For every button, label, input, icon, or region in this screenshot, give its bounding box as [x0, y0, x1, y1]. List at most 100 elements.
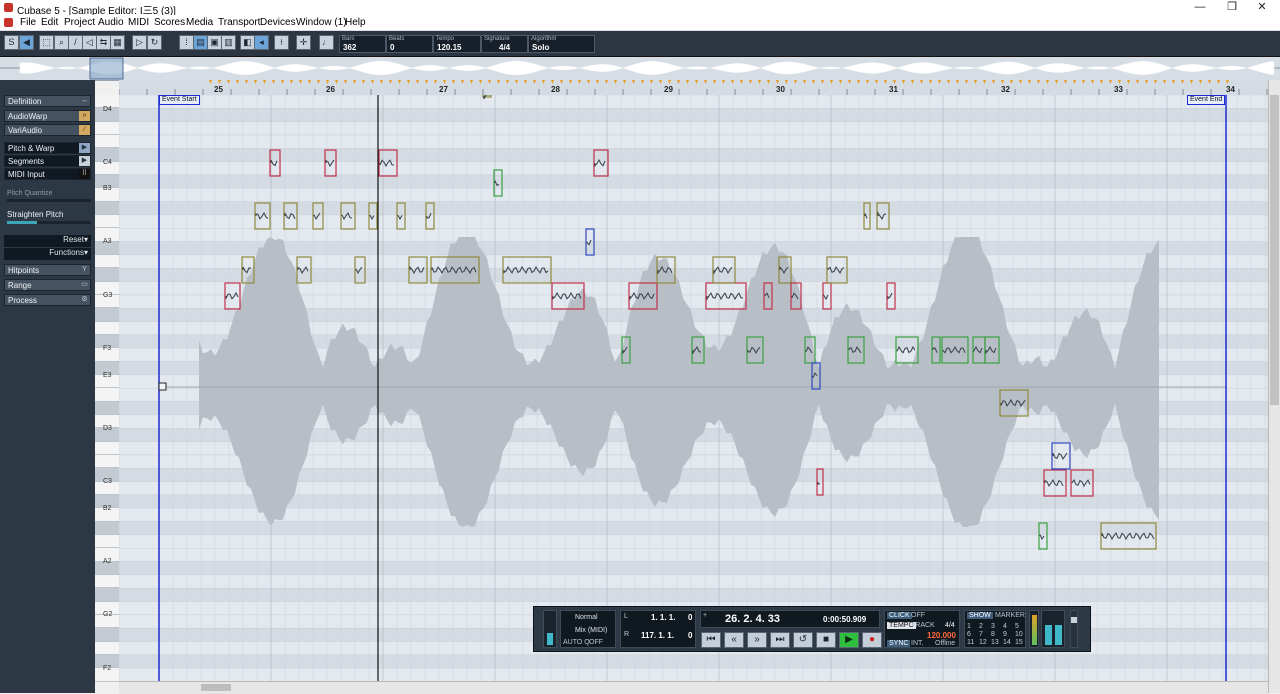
- loop-icon[interactable]: ↻: [147, 35, 162, 50]
- tempo-value-display[interactable]: 120.000: [927, 631, 956, 640]
- piano-key[interactable]: [95, 535, 119, 549]
- menu-help[interactable]: Help: [345, 17, 366, 28]
- show-info-icon[interactable]: ▤: [193, 35, 208, 50]
- marker-button[interactable]: 3: [991, 623, 995, 630]
- definition-tab[interactable]: Definition ↔: [4, 95, 91, 107]
- vertical-scroll-thumb[interactable]: [1270, 95, 1279, 405]
- position-bars-value[interactable]: 26. 2. 4. 33: [725, 613, 780, 625]
- variaudio-tab[interactable]: VariAudio ∕: [4, 124, 91, 136]
- piano-key[interactable]: [95, 268, 119, 282]
- piano-key[interactable]: [95, 322, 119, 335]
- marker-button[interactable]: 5: [1015, 623, 1019, 630]
- go-to-start-button[interactable]: ⏮: [701, 632, 721, 648]
- sample-editor-canvas[interactable]: Event Start Event End: [119, 95, 1268, 681]
- warp-tool-icon[interactable]: ✛: [296, 35, 311, 50]
- range-select-icon[interactable]: ⬚: [39, 35, 54, 50]
- draw-icon[interactable]: /: [68, 35, 83, 50]
- stop-button[interactable]: ■: [816, 632, 836, 648]
- marker-button[interactable]: 13: [991, 639, 999, 646]
- piano-key[interactable]: [95, 455, 119, 469]
- menu-scores[interactable]: Scores: [154, 17, 185, 28]
- click-button[interactable]: CLICK: [887, 612, 912, 619]
- piano-key[interactable]: [95, 642, 119, 655]
- marker-button[interactable]: 11: [967, 639, 974, 646]
- menu-window[interactable]: Window (1): [296, 17, 347, 28]
- left-locator-value[interactable]: 1. 1. 1.: [651, 613, 675, 622]
- solo-icon[interactable]: S: [4, 35, 19, 50]
- pitch-quantize-slider[interactable]: Pitch Quantize: [4, 190, 91, 206]
- auto-quantize-label[interactable]: AUTO Q: [563, 639, 590, 646]
- piano-key[interactable]: [95, 201, 119, 215]
- menu-edit[interactable]: Edit: [41, 17, 58, 28]
- audiowarp-tab[interactable]: AudioWarp »: [4, 110, 91, 122]
- listen-icon[interactable]: ◀: [19, 35, 34, 50]
- grid-icon[interactable]: ▦: [110, 35, 125, 50]
- process-tab[interactable]: Process ⚙: [4, 294, 91, 306]
- straighten-pitch-slider[interactable]: Straighten Pitch: [4, 210, 91, 226]
- horizontal-scroll-thumb[interactable]: [201, 684, 231, 691]
- position-time-value[interactable]: 0:00:50.909: [823, 615, 866, 624]
- marker-panel[interactable]: SHOW MARKER 1 2 3 4 5 6 7 8 9 10 11 12 13 14 15: [964, 610, 1026, 648]
- marker-buttons[interactable]: 1 2 3 4 5 6 7 8 9 10 11 12 13 14 15: [967, 623, 1025, 647]
- signature-field[interactable]: Signature 4/4: [481, 35, 528, 53]
- menu-file[interactable]: File: [20, 17, 36, 28]
- hitpoint-icon[interactable]: ⟊: [274, 35, 289, 50]
- vertical-scrollbar[interactable]: [1268, 80, 1280, 693]
- sync-button[interactable]: SYNC: [887, 640, 911, 647]
- click-tempo-panel[interactable]: CLICK OFF TEMPO TRACK 4/4 120.000 SYNC I…: [884, 610, 960, 648]
- range-tab[interactable]: Range ▭: [4, 279, 91, 291]
- menu-transport[interactable]: Transport: [218, 17, 260, 28]
- marker-button[interactable]: 15: [1015, 639, 1023, 646]
- marker-button[interactable]: 1: [967, 623, 971, 630]
- piano-key[interactable]: [95, 588, 119, 602]
- menu-midi[interactable]: MIDI: [128, 17, 149, 28]
- zoom-icon[interactable]: ⌕: [54, 35, 69, 50]
- menu-media[interactable]: Media: [186, 17, 213, 28]
- record-button[interactable]: ●: [862, 632, 882, 648]
- piano-key[interactable]: [95, 255, 119, 269]
- piano-key[interactable]: [95, 122, 119, 135]
- record-mode-panel[interactable]: Normal Mix (MIDI) AUTO Q OFF: [560, 610, 616, 648]
- note-icon[interactable]: ♩: [319, 35, 334, 50]
- piano-key[interactable]: [95, 401, 119, 415]
- snap-icon[interactable]: ⁞: [179, 35, 194, 50]
- tempo-field[interactable]: Tempo 120.15: [433, 35, 481, 53]
- record-mode-mix[interactable]: Mix (MIDI): [575, 627, 607, 634]
- horizontal-scrollbar[interactable]: [119, 681, 1268, 694]
- menu-audio[interactable]: Audio: [98, 17, 124, 28]
- piano-key[interactable]: [95, 575, 119, 589]
- piano-key[interactable]: [95, 215, 119, 229]
- event-end-marker[interactable]: Event End: [1187, 95, 1226, 105]
- event-start-marker[interactable]: Event Start: [159, 95, 200, 105]
- piano-key[interactable]: [95, 442, 119, 455]
- piano-key[interactable]: [95, 308, 119, 322]
- marker-button[interactable]: 9: [1003, 631, 1007, 638]
- output-fader[interactable]: [1070, 610, 1078, 648]
- piano-key[interactable]: [95, 521, 119, 535]
- play-icon[interactable]: ▷: [132, 35, 147, 50]
- marker-button[interactable]: 6: [967, 631, 971, 638]
- locators-panel[interactable]: L 1. 1. 1. 0 R 117. 1. 1. 0: [620, 610, 696, 648]
- pitch-warp-option[interactable]: Pitch & Warp ▶: [4, 142, 91, 154]
- marker-button[interactable]: 10: [1015, 631, 1023, 638]
- autoscroll-toggle-icon[interactable]: ◂: [254, 35, 269, 50]
- waveform-overview[interactable]: [0, 57, 1280, 81]
- scrub-icon[interactable]: ⇆: [96, 35, 111, 50]
- marker-button[interactable]: 14: [1003, 639, 1011, 646]
- show-overview-icon[interactable]: ▣: [207, 35, 222, 50]
- menu-project[interactable]: Project: [64, 17, 95, 28]
- midi-input-option[interactable]: MIDI Input ⠿: [4, 168, 91, 180]
- right-locator-value[interactable]: 117. 1. 1.: [641, 631, 674, 640]
- menu-devices[interactable]: Devices: [260, 17, 296, 28]
- cycle-button[interactable]: ↺: [793, 632, 813, 648]
- fast-forward-button[interactable]: »: [747, 632, 767, 648]
- record-mode-normal[interactable]: Normal: [575, 614, 598, 621]
- speaker-icon[interactable]: ◁: [82, 35, 97, 50]
- reset-button[interactable]: Reset▾: [4, 235, 91, 247]
- bars-field[interactable]: Bars 362: [339, 35, 386, 53]
- functions-button[interactable]: Functions▾: [4, 248, 91, 260]
- beats-field[interactable]: Beats 0: [386, 35, 433, 53]
- play-button[interactable]: ▶: [839, 632, 859, 648]
- marker-button[interactable]: 12: [979, 639, 987, 646]
- go-to-end-button[interactable]: ⏭: [770, 632, 790, 648]
